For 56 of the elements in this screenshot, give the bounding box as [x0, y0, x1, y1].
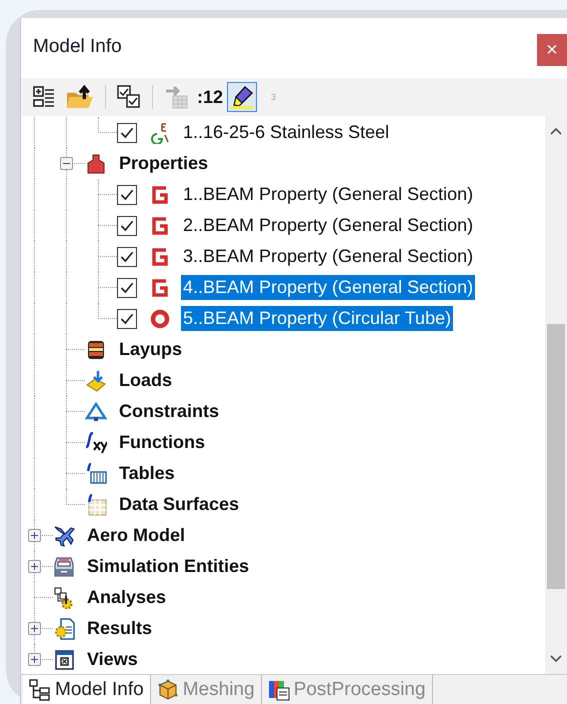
- ring-icon: [149, 308, 171, 330]
- window-title: Model Info: [33, 36, 122, 58]
- small-count: 3: [271, 92, 276, 102]
- material-icon: [149, 122, 171, 144]
- tree-item[interactable]: Properties: [117, 151, 210, 176]
- checkbox[interactable]: [117, 246, 137, 266]
- tab[interactable]: Model Info: [23, 675, 151, 704]
- expand-toggle[interactable]: [28, 560, 41, 573]
- tree-item[interactable]: Results: [85, 616, 154, 641]
- scroll-down-icon[interactable]: [549, 654, 563, 664]
- cube-icon: [156, 678, 179, 700]
- layers-icon: [85, 338, 107, 360]
- gear-icon: [53, 586, 75, 608]
- tree-item[interactable]: 2..BEAM Property (General Section): [181, 213, 476, 238]
- tree-item[interactable]: Simulation Entities: [85, 554, 252, 579]
- grid-icon: [85, 494, 107, 516]
- tree-item[interactable]: Constraints: [117, 399, 222, 424]
- collapse-toggle[interactable]: [60, 157, 73, 170]
- count-label: :12: [197, 86, 224, 108]
- checkbox[interactable]: [117, 184, 137, 204]
- tree-item[interactable]: Functions: [117, 430, 207, 455]
- checkbox[interactable]: [117, 216, 137, 236]
- tree-icon: [29, 678, 51, 700]
- tree-item[interactable]: 1..16-25-6 Stainless Steel: [181, 120, 392, 145]
- chart-window-icon: [268, 678, 290, 700]
- tree-item[interactable]: 3..BEAM Property (General Section): [181, 244, 476, 269]
- drawer-icon: [53, 556, 75, 578]
- scroll-thumb[interactable]: [547, 324, 565, 589]
- airplane-icon: [53, 524, 75, 546]
- tree-item[interactable]: Data Surfaces: [117, 492, 242, 517]
- tree-item[interactable]: Tables: [117, 461, 177, 486]
- tree-item[interactable]: Analyses: [85, 585, 168, 610]
- scroll-up-icon[interactable]: [549, 126, 563, 136]
- tree-item[interactable]: 5..BEAM Property (Circular Tube): [181, 306, 454, 331]
- checkbox[interactable]: [117, 308, 137, 328]
- tree-item[interactable]: Loads: [117, 368, 174, 393]
- tree-item[interactable]: Aero Model: [85, 523, 188, 548]
- tree-item[interactable]: Layups: [117, 337, 184, 362]
- expand-toggle[interactable]: [28, 653, 41, 666]
- tree-item[interactable]: 1..BEAM Property (General Section): [181, 182, 476, 207]
- expand-toggle[interactable]: [28, 529, 41, 542]
- tree-item[interactable]: Views: [85, 647, 140, 672]
- expand-toggle[interactable]: [28, 622, 41, 635]
- window-icon: [53, 648, 75, 670]
- load-icon: [85, 370, 107, 392]
- highlighter-icon[interactable]: [227, 82, 258, 112]
- document-gear-icon: [53, 618, 75, 640]
- checkbox[interactable]: [117, 122, 137, 142]
- triangle-icon: [85, 400, 107, 422]
- table-icon: [85, 462, 107, 484]
- tree-item[interactable]: 4..BEAM Property (General Section): [181, 275, 476, 300]
- close-button[interactable]: ×: [537, 34, 567, 66]
- checkbox[interactable]: [117, 278, 137, 298]
- scrollbar[interactable]: [545, 116, 567, 674]
- function-icon: [85, 432, 107, 454]
- block-icon: [85, 152, 107, 174]
